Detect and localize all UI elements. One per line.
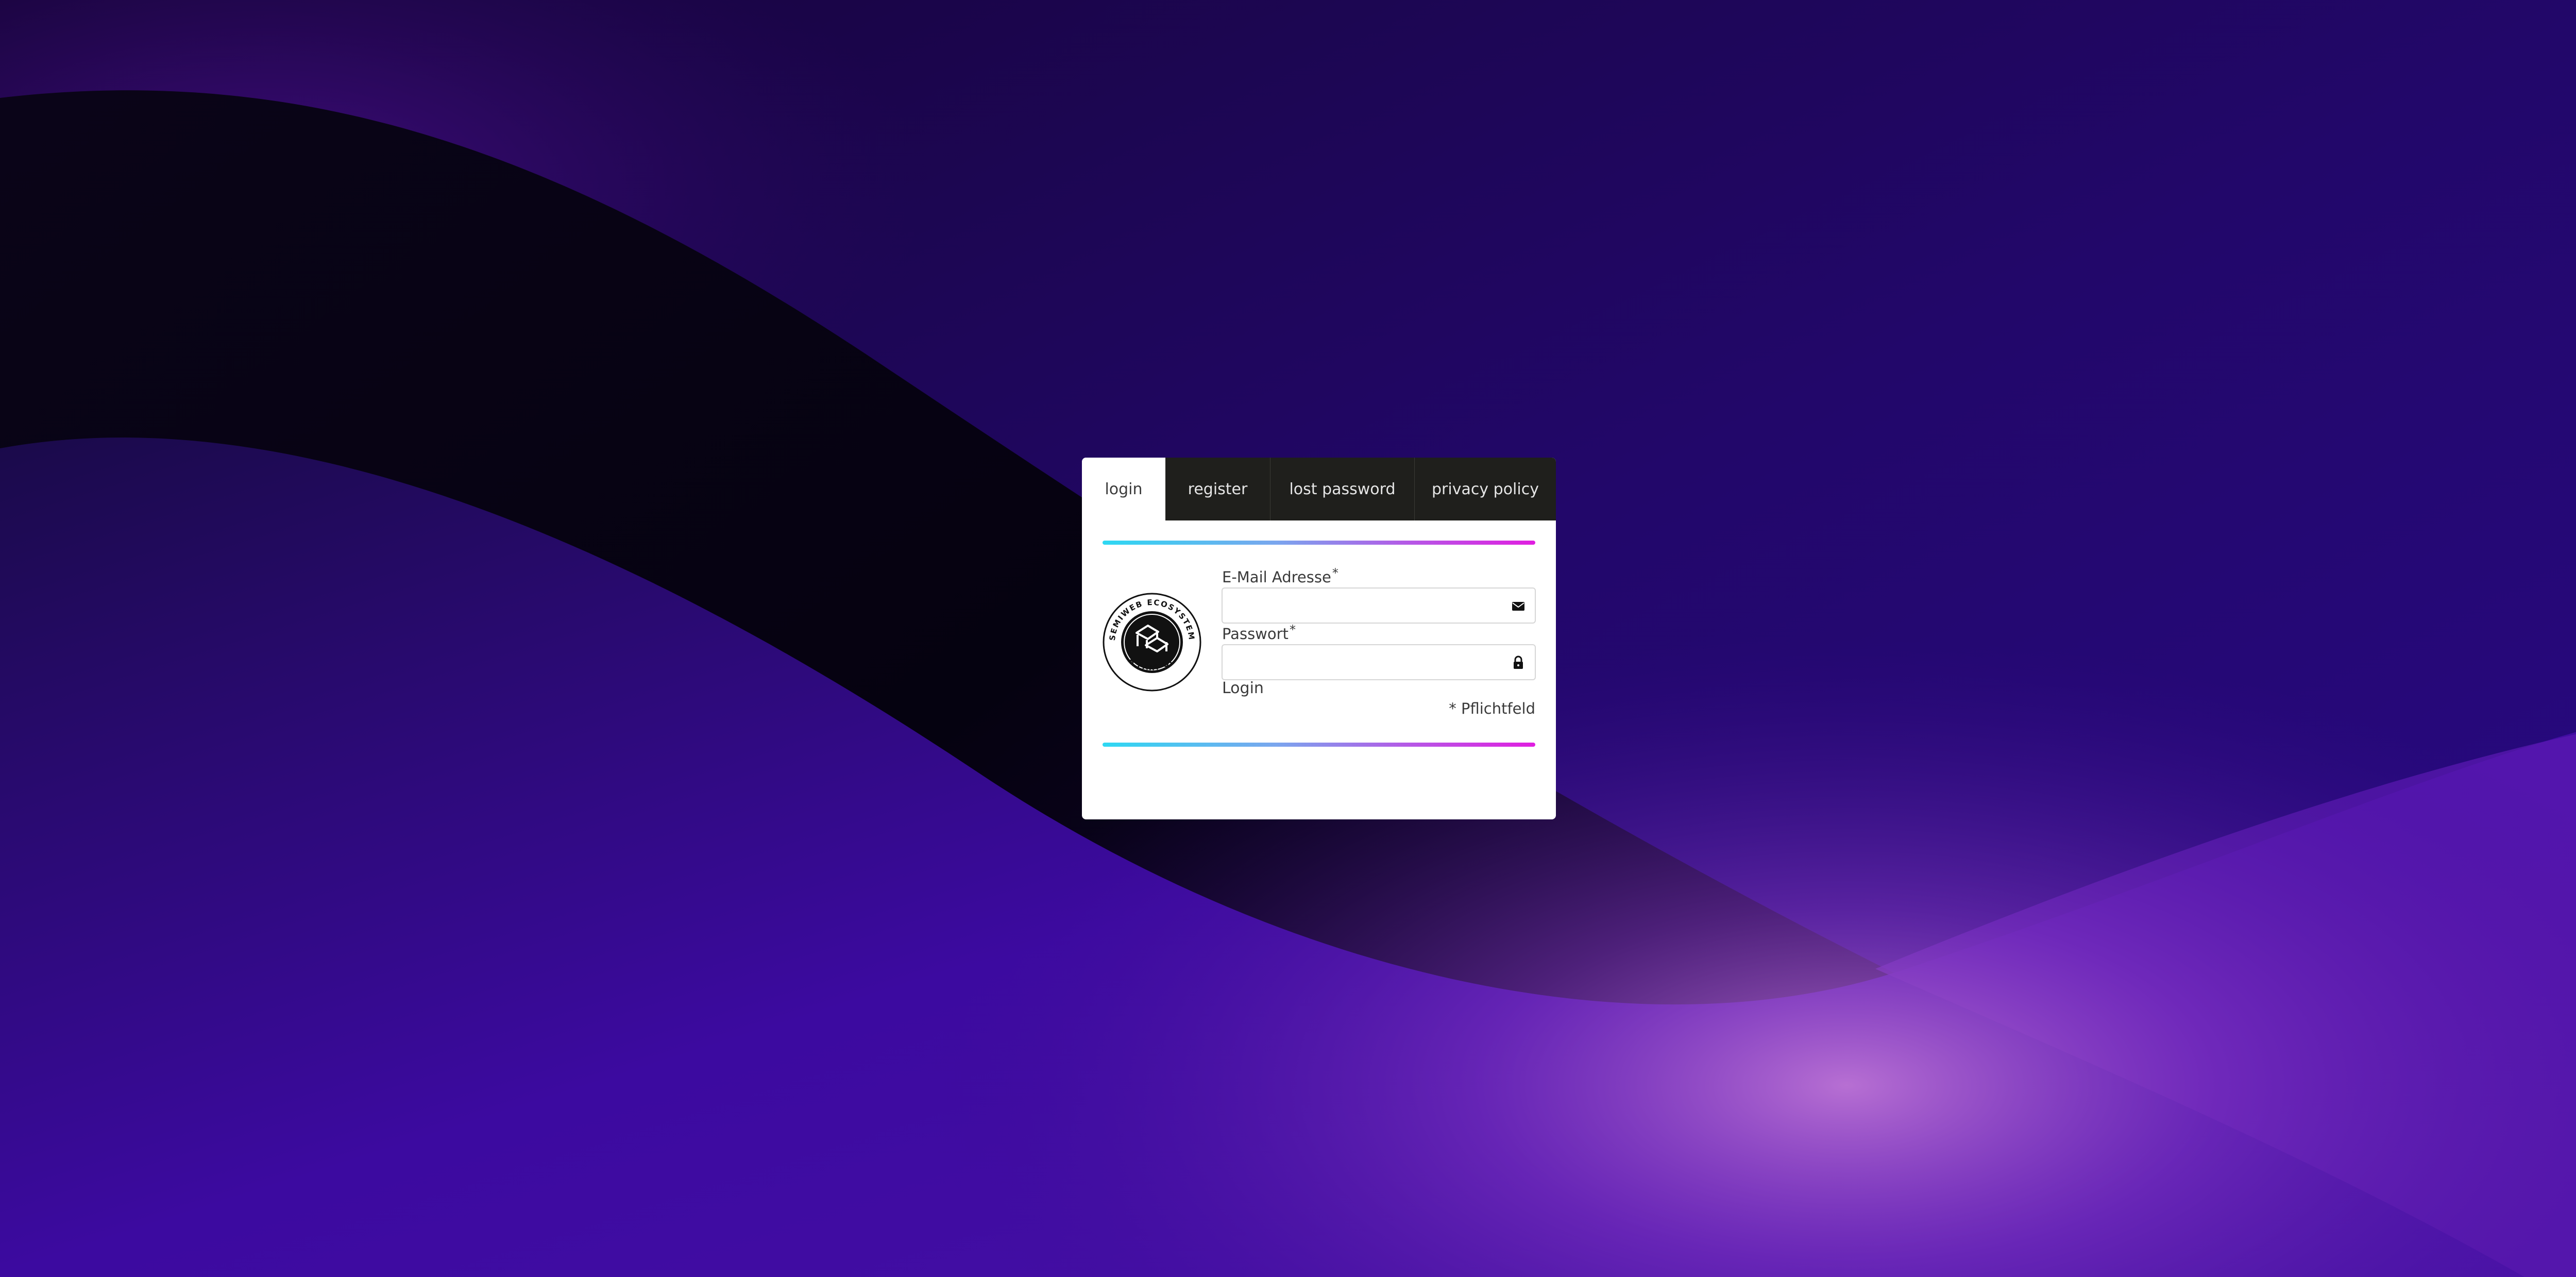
email-label-text: E-Mail Adresse xyxy=(1222,568,1331,586)
semiweb-logo-svg: SEMIWEB ECOSYSTEM A PART OF xyxy=(1103,593,1201,692)
tab-login[interactable]: login xyxy=(1082,458,1165,520)
semiweb-logo: SEMIWEB ECOSYSTEM A PART OF xyxy=(1100,591,1204,694)
bottom-gradient-divider xyxy=(1103,743,1535,747)
tab-lost-password[interactable]: lost password xyxy=(1270,458,1415,520)
login-card: login register lost password privacy pol… xyxy=(1082,458,1556,819)
tab-register[interactable]: register xyxy=(1165,458,1270,520)
password-required-mark: * xyxy=(1289,623,1296,637)
email-required-mark: * xyxy=(1332,566,1338,580)
tab-bar: login register lost password privacy pol… xyxy=(1082,458,1556,520)
email-label: E-Mail Adresse* xyxy=(1222,566,1338,586)
top-gradient-divider xyxy=(1103,541,1535,545)
lock-icon xyxy=(1514,656,1523,669)
password-input[interactable] xyxy=(1228,649,1498,676)
envelope-icon xyxy=(1512,602,1524,611)
email-field[interactable] xyxy=(1222,587,1536,624)
password-label: Passwort* xyxy=(1222,623,1296,643)
tab-privacy-policy[interactable]: privacy policy xyxy=(1415,458,1556,520)
email-input[interactable] xyxy=(1228,593,1498,619)
required-field-note: * Pflichtfeld xyxy=(1449,700,1535,717)
password-field[interactable] xyxy=(1222,644,1536,680)
password-label-text: Passwort xyxy=(1222,625,1289,643)
login-button[interactable]: Login xyxy=(1222,679,1264,697)
